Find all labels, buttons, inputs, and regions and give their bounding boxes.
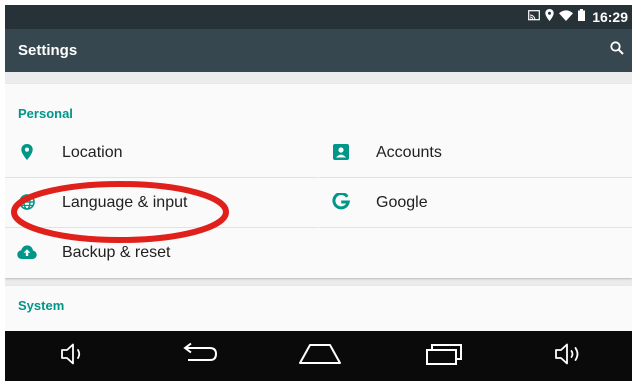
status-icons: 16:29	[528, 5, 628, 29]
status-bar: 16:29	[5, 5, 632, 29]
home-button[interactable]	[297, 338, 343, 374]
globe-icon	[15, 192, 39, 212]
settings-item-label: Google	[376, 194, 428, 211]
status-time: 16:29	[592, 9, 628, 25]
settings-item-label: Language & input	[62, 194, 188, 211]
section-header-system: System	[18, 298, 65, 313]
personal-section: Personal Location Accounts Language & in…	[5, 84, 632, 278]
cast-icon	[528, 8, 541, 26]
navigation-bar	[5, 331, 632, 381]
back-icon	[178, 342, 218, 371]
volume-up-button[interactable]	[547, 338, 593, 374]
settings-item-label: Location	[62, 144, 123, 161]
settings-item-google[interactable]: Google	[319, 178, 632, 227]
wifi-icon	[559, 8, 574, 26]
home-icon	[298, 342, 342, 371]
location-icon	[545, 8, 554, 26]
battery-icon	[578, 8, 586, 26]
divider	[319, 227, 632, 228]
volume-up-icon	[553, 342, 587, 371]
recents-icon	[424, 342, 464, 371]
volume-down-button[interactable]	[50, 338, 96, 374]
cloud-upload-icon	[15, 242, 39, 262]
settings-item-backup-reset[interactable]: Backup & reset	[5, 228, 318, 277]
settings-item-language-input[interactable]: Language & input	[5, 178, 318, 227]
screen: 16:29 Settings Personal Location Account…	[5, 5, 632, 381]
google-g-icon	[329, 192, 353, 212]
app-bar: Settings	[5, 29, 632, 72]
recents-button[interactable]	[421, 338, 467, 374]
settings-item-label: Backup & reset	[62, 244, 171, 261]
search-icon	[610, 40, 624, 60]
volume-down-icon	[59, 342, 87, 371]
account-box-icon	[329, 142, 353, 162]
search-button[interactable]	[604, 37, 630, 63]
settings-item-location[interactable]: Location	[5, 128, 318, 177]
settings-item-accounts[interactable]: Accounts	[319, 128, 632, 177]
section-header-personal: Personal	[18, 106, 73, 121]
settings-item-label: Accounts	[376, 144, 442, 161]
back-button[interactable]	[175, 338, 221, 374]
page-title: Settings	[18, 42, 78, 59]
location-pin-icon	[15, 142, 39, 162]
